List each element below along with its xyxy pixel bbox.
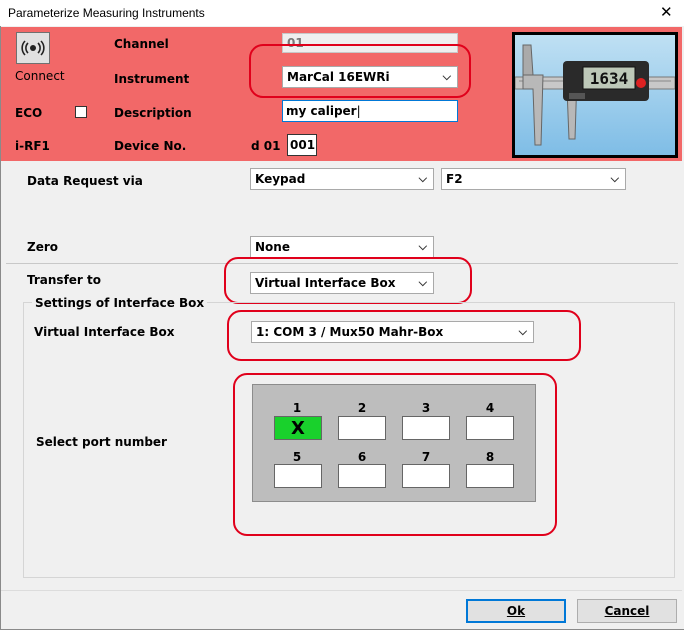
caliper-display-value: 1634	[590, 69, 629, 88]
eco-label: ECO	[15, 106, 43, 120]
transfer-highlight	[224, 257, 472, 304]
cancel-button[interactable]: Cancel	[577, 599, 677, 623]
device-prefix: d 01	[251, 139, 281, 153]
port-label: Select port number	[36, 435, 167, 449]
transfer-label: Transfer to	[27, 273, 102, 287]
description-label: Description	[114, 106, 192, 120]
vib-label: Virtual Interface Box	[34, 325, 175, 339]
connect-label: Connect	[15, 69, 65, 83]
caliper-image: 1634	[515, 35, 675, 155]
chevron-down-icon: ⌵	[418, 240, 427, 253]
chevron-down-icon: ⌵	[610, 172, 619, 185]
zero-value: None	[255, 240, 290, 254]
chevron-down-icon: ⌵	[418, 172, 427, 185]
instrument-highlight	[249, 44, 471, 98]
port-highlight	[233, 373, 557, 536]
device-label: Device No.	[114, 139, 187, 153]
caliper-graphic: 1634	[515, 44, 675, 146]
device-number-value: 001	[290, 138, 316, 152]
irf-label: i-RF1	[15, 139, 50, 153]
vib-highlight	[227, 310, 581, 361]
description-value: my caliper	[286, 104, 357, 118]
signal-icon	[21, 40, 45, 56]
description-input[interactable]: my caliper |	[282, 100, 458, 122]
device-number-input[interactable]: 001	[287, 134, 317, 156]
channel-label: Channel	[114, 37, 169, 51]
zero-select[interactable]: None ⌵	[250, 236, 434, 258]
group-title: Settings of Interface Box	[32, 296, 208, 310]
instrument-label: Instrument	[114, 72, 190, 86]
data-request-key-select[interactable]: F2 ⌵	[441, 168, 626, 190]
footer-divider	[1, 590, 682, 591]
data-request-mode-select[interactable]: Keypad ⌵	[250, 168, 434, 190]
close-icon[interactable]: ✕	[660, 3, 673, 21]
data-request-mode-value: Keypad	[255, 172, 306, 186]
eco-checkbox[interactable]	[75, 106, 87, 118]
connect-button[interactable]	[16, 32, 50, 64]
ok-button[interactable]: Ok	[466, 599, 566, 623]
zero-label: Zero	[27, 240, 59, 254]
data-request-key-value: F2	[446, 172, 463, 186]
data-request-label: Data Request via	[27, 174, 143, 188]
window-title: Parameterize Measuring Instruments	[8, 6, 205, 20]
